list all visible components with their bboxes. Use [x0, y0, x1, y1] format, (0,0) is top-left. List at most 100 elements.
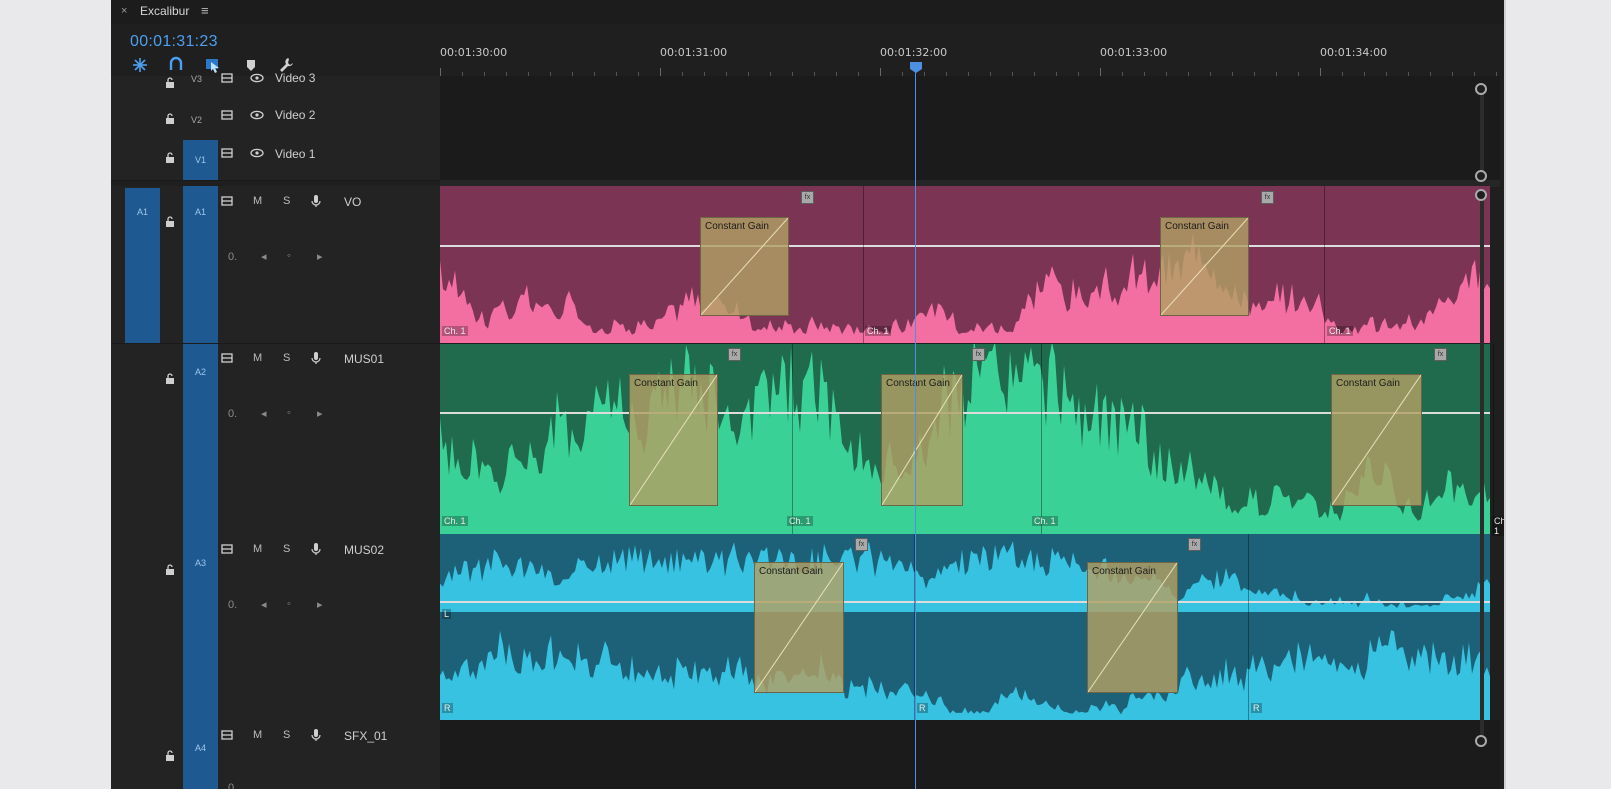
playhead-handle[interactable] — [909, 61, 923, 74]
toggle-sync-lock-icon[interactable] — [221, 71, 235, 85]
fx-badge[interactable]: fx — [1434, 348, 1447, 361]
lane-v2[interactable] — [440, 101, 1500, 141]
track-lock-icon[interactable] — [164, 750, 176, 762]
panel-tab[interactable]: × Excalibur ≡ — [111, 0, 1504, 24]
track-volume-value[interactable]: 0. — [228, 599, 237, 611]
track-volume-value[interactable]: 0. — [228, 251, 237, 263]
track-name[interactable]: SFX_01 — [344, 729, 387, 743]
toggle-output-eye-icon[interactable] — [250, 108, 264, 122]
next-keyframe-icon[interactable]: ▸ — [317, 598, 323, 611]
constant-gain-transition[interactable]: Constant Gain — [754, 562, 844, 693]
constant-gain-transition[interactable]: Constant Gain — [700, 217, 789, 316]
track-lock-icon[interactable] — [164, 77, 176, 89]
scrollbar-handle-top[interactable] — [1475, 189, 1487, 201]
source-patch-a1[interactable]: A1 — [125, 188, 160, 343]
track-target-a4[interactable]: A4 — [183, 720, 218, 789]
solo-button[interactable]: S — [283, 352, 290, 364]
toggle-sync-lock-icon[interactable] — [221, 108, 235, 122]
clip-edit-point[interactable] — [1041, 344, 1042, 534]
clip-edit-point[interactable] — [1493, 344, 1494, 534]
audio-clip-vo[interactable] — [440, 186, 1490, 343]
toggle-sync-lock-icon[interactable] — [221, 194, 235, 208]
voice-over-record-mic-icon[interactable] — [309, 194, 323, 208]
mute-button[interactable]: M — [253, 543, 262, 555]
lane-v3[interactable] — [440, 76, 1500, 102]
track-volume-value[interactable]: 0. — [228, 408, 237, 420]
clip-edit-point[interactable] — [1248, 534, 1249, 720]
playhead-line[interactable] — [915, 70, 916, 789]
lane-v1[interactable] — [440, 140, 1500, 181]
volume-rubber-band[interactable] — [440, 601, 1490, 603]
close-tab-icon[interactable]: × — [121, 5, 127, 17]
nest-toggle-icon[interactable] — [131, 56, 149, 74]
add-keyframe-icon[interactable]: ◦ — [287, 598, 291, 610]
lane-a4[interactable] — [440, 720, 1500, 789]
prev-keyframe-icon[interactable]: ◂ — [261, 598, 267, 611]
track-name[interactable]: Video 1 — [275, 147, 315, 161]
audio-tracks-scrollbar[interactable] — [1480, 196, 1484, 736]
playhead-timecode[interactable]: 00:01:31:23 — [130, 33, 218, 51]
video-tracks-scrollbar[interactable] — [1480, 90, 1484, 175]
track-lock-icon[interactable] — [164, 216, 176, 228]
linked-selection-icon[interactable] — [204, 56, 222, 74]
toggle-sync-lock-icon[interactable] — [221, 542, 235, 556]
sequence-name[interactable]: Excalibur — [140, 4, 189, 18]
toggle-sync-lock-icon[interactable] — [221, 351, 235, 365]
fx-badge[interactable]: fx — [972, 348, 985, 361]
track-lock-icon[interactable] — [164, 152, 176, 164]
fx-badge[interactable]: fx — [1261, 191, 1274, 204]
audio-clip-mus02[interactable] — [440, 534, 1490, 720]
toggle-output-eye-icon[interactable] — [250, 146, 264, 160]
constant-gain-transition[interactable]: Constant Gain — [1331, 374, 1422, 506]
mute-button[interactable]: M — [253, 195, 262, 207]
next-keyframe-icon[interactable]: ▸ — [317, 407, 323, 420]
track-target-a1[interactable]: A1 — [183, 186, 218, 343]
clip-edit-point[interactable] — [792, 344, 793, 534]
constant-gain-transition[interactable]: Constant Gain — [1160, 217, 1249, 316]
solo-button[interactable]: S — [283, 729, 290, 741]
volume-rubber-band[interactable] — [440, 245, 1490, 247]
track-lock-icon[interactable] — [164, 373, 176, 385]
add-keyframe-icon[interactable]: ◦ — [287, 250, 291, 262]
constant-gain-transition[interactable]: Constant Gain — [881, 374, 963, 506]
toggle-output-eye-icon[interactable] — [250, 71, 264, 85]
voice-over-record-mic-icon[interactable] — [309, 351, 323, 365]
fx-badge[interactable]: fx — [728, 348, 741, 361]
time-ruler[interactable]: 00:01:30:00 00:01:31:00 00:01:32:00 00:0… — [440, 24, 1502, 76]
track-lock-icon[interactable] — [164, 564, 176, 576]
fx-badge[interactable]: fx — [1188, 538, 1201, 551]
toggle-sync-lock-icon[interactable] — [221, 728, 235, 742]
track-volume-value[interactable]: 0. — [228, 782, 237, 789]
track-target-a2[interactable]: A2 — [183, 344, 218, 534]
prev-keyframe-icon[interactable]: ◂ — [261, 407, 267, 420]
mute-button[interactable]: M — [253, 729, 262, 741]
solo-button[interactable]: S — [283, 195, 290, 207]
track-target-v1[interactable]: V1 — [183, 140, 218, 180]
track-name[interactable]: MUS01 — [344, 352, 384, 366]
snap-magnet-icon[interactable] — [167, 56, 185, 74]
clip-edit-point[interactable] — [1324, 186, 1325, 343]
track-name[interactable]: Video 2 — [275, 108, 315, 122]
panel-menu-icon[interactable]: ≡ — [201, 3, 209, 18]
clip-edit-point[interactable] — [863, 186, 864, 343]
track-name[interactable]: Video 3 — [275, 71, 315, 85]
prev-keyframe-icon[interactable]: ◂ — [261, 250, 267, 263]
constant-gain-transition[interactable]: Constant Gain — [1087, 562, 1178, 693]
solo-button[interactable]: S — [283, 543, 290, 555]
track-name[interactable]: VO — [344, 195, 361, 209]
toggle-sync-lock-icon[interactable] — [221, 146, 235, 160]
mute-button[interactable]: M — [253, 352, 262, 364]
next-keyframe-icon[interactable]: ▸ — [317, 250, 323, 263]
add-keyframe-icon[interactable]: ◦ — [287, 407, 291, 419]
fx-badge[interactable]: fx — [855, 538, 868, 551]
constant-gain-transition[interactable]: Constant Gain — [629, 374, 718, 506]
scrollbar-handle-bottom[interactable] — [1475, 735, 1487, 747]
scrollbar-handle-bottom[interactable] — [1475, 170, 1487, 182]
track-name[interactable]: MUS02 — [344, 543, 384, 557]
fx-badge[interactable]: fx — [801, 191, 814, 204]
voice-over-record-mic-icon[interactable] — [309, 728, 323, 742]
voice-over-record-mic-icon[interactable] — [309, 542, 323, 556]
track-target-a3[interactable]: A3 — [183, 534, 218, 720]
scrollbar-handle-top[interactable] — [1475, 83, 1487, 95]
track-lock-icon[interactable] — [164, 113, 176, 125]
